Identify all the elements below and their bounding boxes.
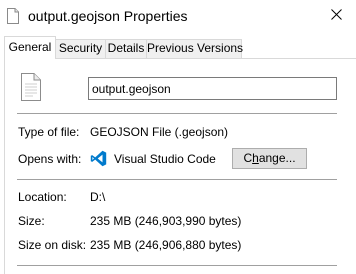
change-button-label-start: C bbox=[243, 151, 253, 165]
file-icon bbox=[20, 72, 42, 102]
opens-with-label: Opens with: bbox=[18, 152, 82, 166]
tab-security[interactable]: Security bbox=[55, 39, 106, 58]
location-value: D:\ bbox=[90, 190, 106, 204]
change-button-accelerator: h bbox=[252, 151, 259, 165]
change-button[interactable]: Change... bbox=[232, 148, 307, 169]
type-label: Type of file: bbox=[18, 125, 80, 139]
size-on-disk-label: Size on disk: bbox=[18, 238, 87, 252]
tab-strip: General Security Details Previous Versio… bbox=[0, 36, 356, 59]
window-title: output.geojson Properties bbox=[28, 8, 188, 24]
close-button[interactable] bbox=[316, 0, 356, 32]
location-label: Location: bbox=[18, 190, 67, 204]
vscode-icon bbox=[90, 150, 107, 167]
divider bbox=[17, 179, 337, 180]
change-button-label-end: ange... bbox=[258, 151, 296, 165]
size-value: 235 MB (246,903,990 bytes) bbox=[90, 214, 242, 228]
divider bbox=[17, 113, 337, 114]
opens-with-value: Visual Studio Code bbox=[114, 152, 216, 166]
tab-details[interactable]: Details bbox=[105, 39, 147, 58]
file-icon bbox=[7, 8, 19, 24]
size-on-disk-value: 235 MB (246,906,880 bytes) bbox=[90, 238, 242, 252]
tab-general[interactable]: General bbox=[4, 36, 56, 59]
divider bbox=[17, 265, 337, 266]
file-name-input[interactable] bbox=[88, 77, 337, 100]
close-icon bbox=[330, 9, 342, 23]
properties-dialog: output.geojson Properties General Securi… bbox=[0, 0, 356, 274]
title-bar[interactable]: output.geojson Properties bbox=[0, 0, 356, 32]
type-value: GEOJSON File (.geojson) bbox=[90, 125, 229, 139]
size-label: Size: bbox=[18, 214, 45, 228]
tab-previous-versions[interactable]: Previous Versions bbox=[146, 39, 243, 58]
